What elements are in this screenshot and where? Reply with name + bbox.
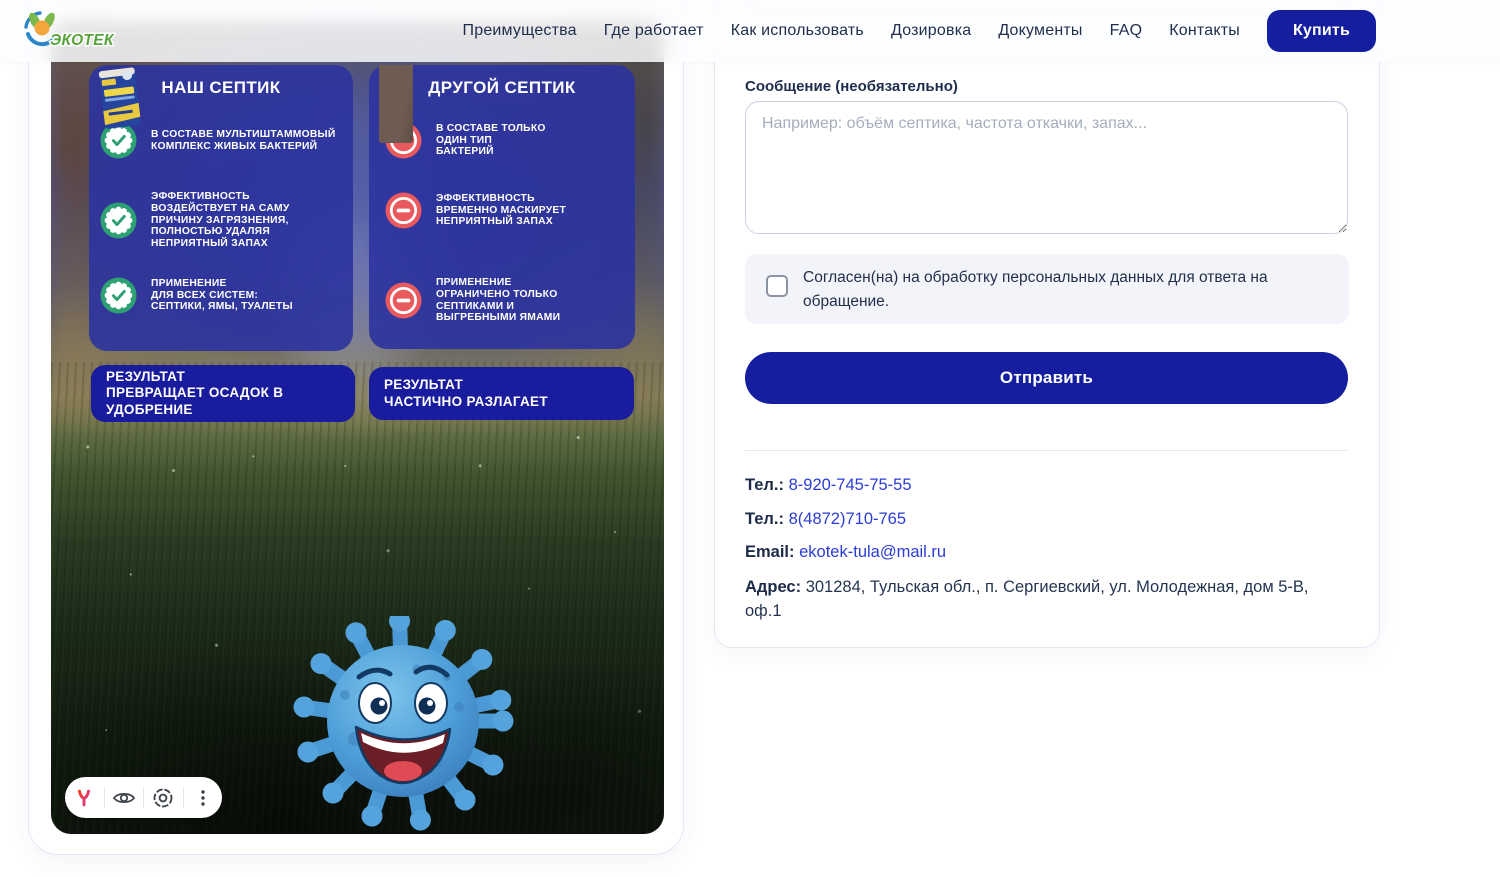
email-row: Email: ekotek-tula@mail.ru (745, 540, 1348, 564)
image-overlay-toolbar (65, 777, 222, 818)
bacteria-mascot-image (291, 616, 515, 834)
contact-form-card: Сообщение (необязательно) Согласен(на) н… (714, 0, 1380, 648)
address-label: Адрес: (745, 578, 801, 596)
minus-circle-icon (385, 282, 422, 319)
toolbar-divider (104, 788, 105, 808)
submit-button[interactable]: Отправить (745, 352, 1348, 404)
address-value: 301284, Тульская обл., п. Сергиевский, у… (745, 578, 1309, 620)
site-header: ЭКОТЕК Преимущества Где работает Как исп… (0, 0, 1500, 62)
other-septic-item: ПРИМЕНЕНИЕ ОГРАНИЧЕНО ТОЛЬКО СЕПТИКАМИ И… (385, 277, 625, 324)
nav-how-to-use[interactable]: Как использовать (731, 22, 864, 40)
phone-link[interactable]: 8-920-745-75-55 (789, 476, 912, 494)
our-septic-item: ЭФФЕКТИВНОСТЬ ВОЗДЕЙСТВУЕТ НА САМУ ПРИЧИ… (100, 191, 344, 250)
our-septic-item: ПРИМЕНЕНИЕ ДЛЯ ВСЕХ СИСТЕМ: СЕПТИКИ, ЯМЫ… (100, 277, 344, 314)
phone-label: Тел.: (745, 476, 784, 494)
toolbar-divider (143, 788, 144, 808)
comparison-photo: НАШ СЕПТИК В СОСТАВЕ МУЛЬТИШТАММОВЫЙ КОМ… (51, 21, 664, 834)
nav-faq[interactable]: FAQ (1110, 22, 1143, 40)
other-septic-item: ЭФФЕКТИВНОСТЬ ВРЕМЕННО МАСКИРУЕТ НЕПРИЯТ… (385, 192, 625, 229)
phone-link[interactable]: 8(4872)710-765 (789, 510, 906, 528)
email-link[interactable]: ekotek-tula@mail.ru (799, 543, 946, 561)
phone-row: Тел.: 8(4872)710-765 (745, 507, 1348, 531)
other-result-box: РЕЗУЛЬТАТ ЧАСТИЧНО РАЗЛАГАЕТ (369, 367, 634, 420)
screenshot-search-icon[interactable] (149, 784, 177, 812)
toolbar-divider (183, 788, 184, 808)
consent-checkbox[interactable] (766, 275, 788, 297)
consent-section: Согласен(на) на обработку персональных д… (745, 254, 1349, 324)
other-septic-item: В СОСТАВЕ ТОЛЬКО ОДИН ТИП БАКТЕРИЙ (385, 122, 625, 159)
email-label: Email: (745, 543, 795, 561)
message-textarea[interactable] (745, 101, 1348, 234)
message-label: Сообщение (необязательно) (745, 78, 958, 95)
phone-row: Тел.: 8-920-745-75-55 (745, 473, 1348, 497)
main-nav: Преимущества Где работает Как использова… (463, 0, 1376, 62)
check-badge-icon (100, 202, 137, 239)
minus-circle-icon (385, 192, 422, 229)
logo-text: ЭКОТЕК (50, 32, 115, 49)
yandex-logo-icon[interactable] (70, 784, 98, 812)
nav-documents[interactable]: Документы (998, 22, 1082, 40)
comparison-image-card: НАШ СЕПТИК В СОСТАВЕ МУЛЬТИШТАММОВЫЙ КОМ… (28, 0, 684, 855)
phone-label: Тел.: (745, 510, 784, 528)
nav-where-it-works[interactable]: Где работает (604, 22, 704, 40)
eye-icon[interactable] (110, 784, 138, 812)
check-badge-icon (100, 277, 137, 314)
our-result-box: РЕЗУЛЬТАТ ПРЕВРАЩАЕТ ОСАДОК В УДОБРЕНИЕ (91, 365, 355, 422)
nav-dosage[interactable]: Дозировка (891, 22, 971, 40)
buy-button[interactable]: Купить (1267, 10, 1376, 52)
consent-text: Согласен(на) на обработку персональных д… (803, 266, 1348, 314)
product-package-image (95, 65, 146, 134)
divider (745, 450, 1348, 451)
nav-contacts[interactable]: Контакты (1169, 22, 1240, 40)
other-product-bag-image (379, 65, 413, 143)
nav-advantages[interactable]: Преимущества (463, 22, 577, 40)
address-row: Адрес: 301284, Тульская обл., п. Сергиев… (745, 575, 1348, 623)
more-vertical-icon[interactable] (189, 784, 217, 812)
page: НАШ СЕПТИК В СОСТАВЕ МУЛЬТИШТАММОВЫЙ КОМ… (0, 0, 1500, 877)
logo[interactable]: ЭКОТЕК (20, 7, 116, 55)
